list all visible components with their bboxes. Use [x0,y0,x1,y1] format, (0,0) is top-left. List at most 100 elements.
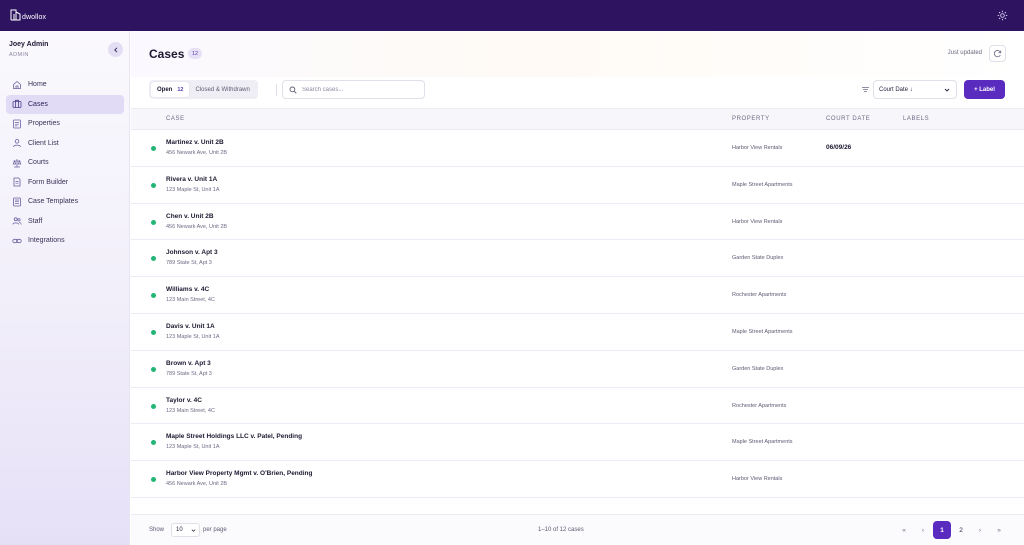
sidebar-item-integrations[interactable]: Integrations [6,231,124,251]
case-property: Maple Street Apartments [732,439,793,446]
chevron-down-icon [191,529,196,532]
page-title: Cases [149,47,185,61]
page-1-button[interactable]: 1 [933,521,951,539]
case-property: Harbor View Rentals [732,218,783,225]
search-box[interactable] [282,80,425,99]
chevron-left-icon [113,46,117,53]
table-row[interactable]: Williams v. 4C 123 Main Street, 4C Roche… [131,277,1024,314]
case-property: Harbor View Rentals [732,145,783,151]
case-court-date: 06/09/26 [826,144,852,151]
top-bar: dwollox [0,0,1024,31]
status-dot [151,182,156,188]
table-row[interactable]: Chen v. Unit 2B 456 Newark Ave, Unit 2B … [131,204,1024,241]
staff-icon [12,217,22,225]
app-logo[interactable]: dwollox [10,8,46,21]
sidebar-item-properties[interactable]: Properties [6,114,124,134]
properties-icon [13,119,21,129]
sidebar-item-label: Courts [28,159,49,167]
main-content: Cases 12 Just updated Open 12 Closed & W… [131,31,1024,545]
sidebar-item-label: Staff [28,217,43,225]
case-address: 456 Newark Ave, Unit 2B [166,481,228,488]
case-property: Garden State Duplex [732,365,784,372]
case-address: 456 Newark Ave, Unit 2B [166,223,228,230]
table-row[interactable]: Maple Street Holdings LLC v. Patel, Pend… [131,424,1024,462]
add-label-button[interactable]: + Label [964,80,1005,99]
sidebar-item-label: Cases [28,100,48,108]
sort-lines-icon [862,87,869,92]
sidebar-item-courts[interactable]: Courts [6,153,124,173]
sidebar-item-label: Home [28,81,47,89]
table-header: CASE PROPERTY COURT DATE LABELS [131,108,1024,130]
user-name: Joey Admin [9,41,49,48]
results-range: 1–10 of 12 cases [538,527,584,533]
integrations-icon [12,238,22,243]
case-property: Garden State Duplex [732,255,784,262]
table-row[interactable]: Martinez v. Unit 2B 456 Newark Ave, Unit… [131,130,1024,167]
sidebar-item-home[interactable]: Home [6,75,124,95]
sidebar-item-staff[interactable]: Staff [6,212,124,232]
sidebar-item-form-builder[interactable]: Form Builder [6,173,124,193]
tab-open[interactable]: Open 12 [151,82,190,97]
tab-closed-withdrawn[interactable]: Closed & Withdrawn [189,82,255,97]
table-row[interactable]: Brown v. Apt 3 789 State St, Apt 3 Garde… [131,351,1024,388]
search-input[interactable] [302,86,422,93]
next-page-button[interactable]: › [971,521,989,539]
table-row[interactable]: Davis v. Unit 1A 123 Maple St, Unit 1A M… [131,314,1024,351]
column-header-case[interactable]: CASE [166,116,185,122]
case-templates-icon [13,197,21,207]
status-dot [151,440,156,446]
search-icon [289,86,297,94]
column-header-property[interactable]: PROPERTY [732,116,770,122]
sidebar-item-cases[interactable]: Cases [6,94,124,114]
table-footer: Show 10 per page 1–10 of 12 cases « ‹ 1 … [131,514,1024,545]
column-header-labels[interactable]: LABELS [903,116,929,122]
sidebar-item-label: Form Builder [28,178,69,186]
page-header: Cases 12 Just updated [131,31,1024,77]
sidebar-item-client-list[interactable]: Client List [6,134,124,154]
first-page-button[interactable]: « [895,521,913,539]
case-property: Maple Street Apartments [732,328,793,335]
logo-icon [10,9,21,21]
status-dot [151,403,156,409]
case-title: Chen v. Unit 2B [166,212,214,220]
refresh-icon [993,50,1002,58]
client-list-icon [13,139,21,148]
case-address: 123 Maple St, Unit 1A [166,186,220,193]
sort-select-value: Court Date ↓ [879,86,913,93]
status-tabs: Open 12 Closed & Withdrawn [149,80,258,99]
table-row[interactable]: Johnson v. Apt 3 789 State St, Apt 3 Gar… [131,240,1024,278]
case-address: 456 Newark Ave, Unit 2B [166,150,228,156]
case-title: Davis v. Unit 1A [166,322,215,330]
case-property: Rochester Apartments [732,292,787,299]
gear-icon[interactable] [997,10,1008,21]
sort-select[interactable]: Court Date ↓ [873,80,957,99]
collapse-sidebar-button[interactable] [108,42,123,57]
case-title: Harbor View Property Mgmt v. O'Brien, Pe… [166,470,313,478]
table-row[interactable]: Rivera v. Unit 1A 123 Maple St, Unit 1A … [131,167,1024,204]
case-title: Johnson v. Apt 3 [166,249,218,257]
cases-table-body: Martinez v. Unit 2B 456 Newark Ave, Unit… [131,130,1024,498]
case-property: Rochester Apartments [732,402,787,409]
sidebar-item-case-templates[interactable]: Case Templates [6,192,124,212]
sidebar-item-label: Integrations [28,237,65,245]
case-address: 789 State St, Apt 3 [166,260,212,267]
toolbar-divider [276,84,277,96]
table-row[interactable]: Taylor v. 4C 123 Main Street, 4C Rochest… [131,388,1024,425]
table-row[interactable]: Harbor View Property Mgmt v. O'Brien, Pe… [131,461,1024,498]
page-2-button[interactable]: 2 [952,521,970,539]
last-page-button[interactable]: » [990,521,1008,539]
sidebar: Joey Admin ADMIN Home Cases Properties C… [0,31,130,545]
status-dot [151,256,156,262]
column-header-court-date[interactable]: COURT DATE [826,116,870,122]
user-role: ADMIN [9,52,29,58]
pagination: « ‹ 1 2 › » [894,521,1008,539]
cases-count-badge: 12 [188,48,202,59]
courts-icon [12,158,22,168]
case-title: Rivera v. Unit 1A [166,175,218,183]
refresh-button[interactable] [989,45,1006,62]
per-page-value: 10 [176,527,183,533]
per-page-select[interactable]: 10 [171,523,200,537]
case-title: Maple Street Holdings LLC v. Patel, Pend… [166,433,303,441]
prev-page-button[interactable]: ‹ [914,521,932,539]
case-address: 789 State St, Apt 3 [166,370,212,377]
